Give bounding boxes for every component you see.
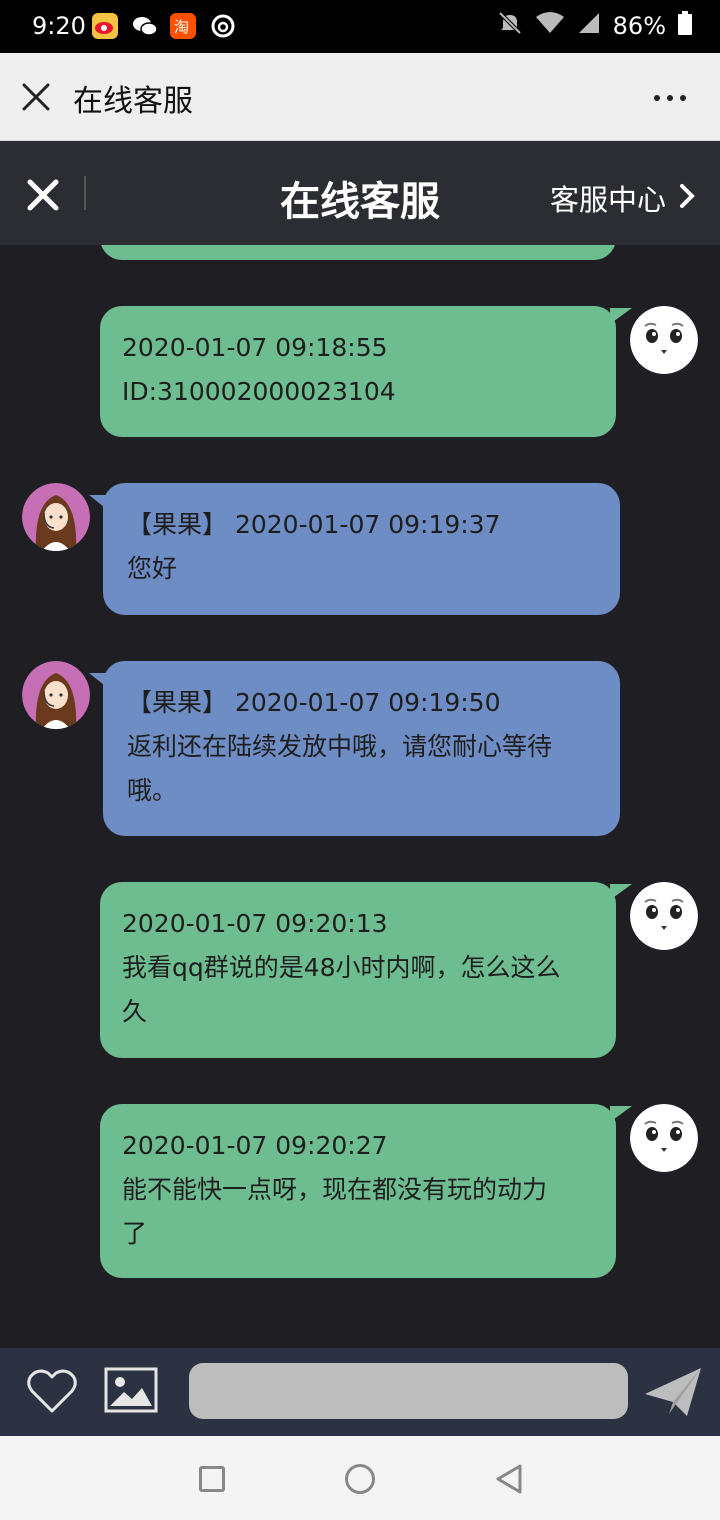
- netease-music-icon: [210, 13, 236, 39]
- message-timestamp: 2020-01-07 09:19:50: [234, 688, 501, 717]
- message-header: 【果果】 2020-01-07 09:19:37: [127, 503, 598, 547]
- battery-icon: [678, 11, 692, 41]
- chat-header: 在线客服 客服中心: [0, 141, 720, 245]
- message-timestamp: 2020-01-07 09:18:55: [122, 333, 388, 362]
- agent-avatar[interactable]: [22, 483, 90, 551]
- message-text: 能不能快一点呀，现在都没有玩的动力: [122, 1175, 548, 1204]
- message-bubble-agent[interactable]: 【果果】 2020-01-07 09:19:37 您好: [89, 483, 620, 615]
- message-timestamp: 2020-01-07 09:20:13: [122, 909, 388, 938]
- chevron-right-icon[interactable]: [678, 183, 696, 209]
- back-icon[interactable]: [494, 1463, 524, 1495]
- message-list[interactable]: 2020-01-07 09:18:55 ID:310002000023104 【…: [0, 245, 720, 1348]
- heart-icon[interactable]: [26, 1367, 78, 1415]
- status-bar: 9:20 淘 86%: [0, 0, 720, 53]
- svg-text:淘: 淘: [174, 18, 189, 36]
- image-icon[interactable]: [104, 1366, 158, 1414]
- message-timestamp: 2020-01-07 09:20:27: [122, 1131, 388, 1160]
- agent-name: 【果果】: [127, 688, 228, 717]
- system-nav-bar: [0, 1436, 720, 1520]
- user-avatar[interactable]: [630, 882, 698, 950]
- status-time: 9:20: [32, 12, 86, 40]
- signal-icon: [577, 11, 601, 41]
- message-bubble-user[interactable]: 2020-01-07 09:18:55 ID:310002000023104: [100, 306, 632, 437]
- message-bubble-user[interactable]: 2020-01-07 09:20:27 能不能快一点呀，现在都没有玩的动力 了: [100, 1104, 632, 1278]
- message-bubble-agent[interactable]: 【果果】 2020-01-07 09:19:50 返利还在陆续发放中哦，请您耐心…: [89, 661, 620, 836]
- home-icon[interactable]: [345, 1464, 375, 1494]
- message-bubble-user[interactable]: 2020-01-07 09:20:13 我看qq群说的是48小时内啊，怎么这么 …: [100, 882, 632, 1058]
- message-text: 久: [122, 997, 148, 1026]
- agent-avatar[interactable]: [22, 661, 90, 729]
- message-timestamp: 2020-01-07 09:19:37: [234, 510, 501, 539]
- battery-text: 86%: [612, 12, 666, 40]
- message-text: 了: [122, 1219, 148, 1248]
- message-input[interactable]: [189, 1363, 628, 1419]
- taobao-icon: 淘: [170, 13, 196, 39]
- message-header: 【果果】 2020-01-07 09:19:50: [127, 681, 598, 725]
- send-icon[interactable]: [643, 1364, 703, 1420]
- message-partial: [100, 245, 616, 260]
- mute-icon: [497, 10, 523, 42]
- webview-header: 在线客服: [0, 53, 720, 141]
- webview-title: 在线客服: [73, 84, 193, 119]
- message-text: 我看qq群说的是48小时内啊，怎么这么: [122, 953, 561, 982]
- user-avatar[interactable]: [630, 1104, 698, 1172]
- more-icon[interactable]: [654, 95, 686, 101]
- wifi-icon: [535, 11, 565, 41]
- recent-apps-icon[interactable]: [199, 1466, 225, 1492]
- user-avatar[interactable]: [630, 306, 698, 374]
- close-icon[interactable]: [22, 83, 50, 111]
- weibo-icon: [92, 13, 118, 39]
- wechat-icon: [132, 13, 158, 39]
- message-text: 您好: [127, 554, 178, 583]
- status-right: 86%: [497, 10, 692, 42]
- input-bar: [0, 1348, 720, 1436]
- agent-name: 【果果】: [127, 510, 228, 539]
- message-text: ID:310002000023104: [122, 377, 396, 406]
- service-center-link[interactable]: 客服中心: [550, 177, 666, 219]
- message-text: 返利还在陆续发放中哦，请您耐心等待: [127, 732, 553, 761]
- message-text: 哦。: [127, 776, 178, 805]
